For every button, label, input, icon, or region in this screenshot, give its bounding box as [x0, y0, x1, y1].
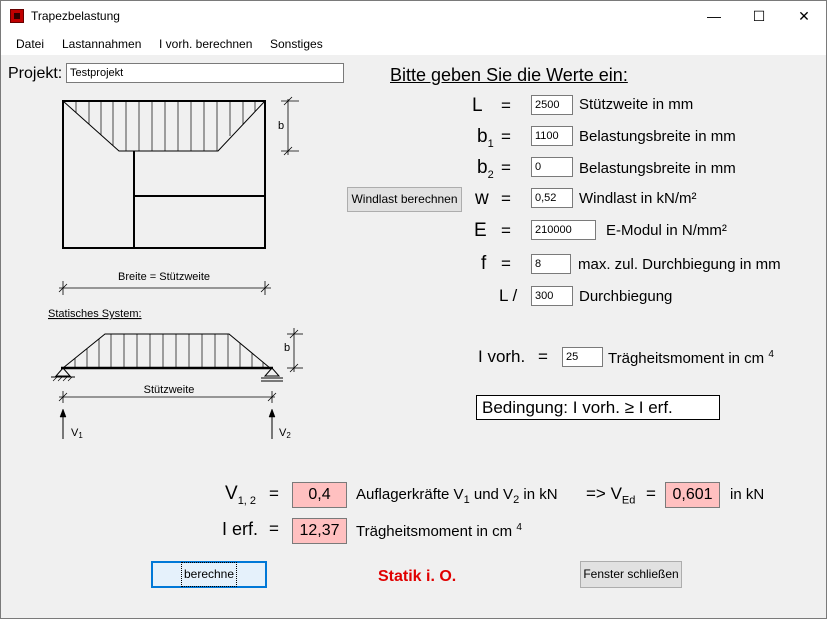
close-button[interactable]: ✕	[781, 1, 827, 32]
v1-label: V1	[71, 427, 83, 440]
project-input[interactable]: Testprojekt	[66, 63, 344, 83]
load-diagram: b Breite = Stützweite Statisches System:	[48, 96, 303, 440]
desc-b1: Belastungsbreite in mm	[579, 128, 736, 145]
symbol-b2: b2	[477, 157, 494, 181]
unit-ved: in kN	[730, 486, 765, 503]
symbol-w: w	[475, 188, 489, 209]
eq-w: =	[501, 189, 511, 208]
ivorh-label: I vorh.	[478, 347, 526, 366]
input-heading: Bitte geben Sie die Werte ein:	[390, 65, 628, 85]
main-window: Trapezbelastung — ☐ ✕ Datei Lastannahmen…	[0, 0, 827, 619]
eq-b1: =	[501, 127, 511, 146]
eq-ivorh: =	[538, 347, 548, 366]
desc-v12: Auflagerkräfte V1 und V2 in kN	[356, 486, 558, 506]
berechne-button[interactable]: berechne	[151, 561, 267, 588]
app-icon	[10, 9, 24, 23]
desc-L-ratio: Durchbiegung	[579, 288, 673, 305]
breite-label: Breite = Stützweite	[118, 271, 210, 283]
input-E[interactable]: 210000	[531, 220, 596, 240]
symbol-L-ratio: L /	[499, 286, 518, 305]
input-ivorh[interactable]: 25	[562, 347, 603, 367]
symbol-L: L	[472, 95, 483, 116]
desc-L: Stützweite in mm	[579, 96, 694, 113]
eq-E: =	[501, 221, 511, 240]
menu-ivorh-berechnen[interactable]: I vorh. berechnen	[159, 37, 252, 51]
input-f[interactable]: 8	[531, 254, 571, 274]
output-ierf: 12,37	[292, 518, 347, 544]
statisches-system-label: Statisches System:	[48, 308, 142, 320]
v2-label: V2	[279, 427, 291, 440]
title-bar: Trapezbelastung — ☐ ✕	[1, 1, 826, 32]
window-title: Trapezbelastung	[31, 9, 120, 23]
minimize-button[interactable]: —	[691, 1, 737, 32]
plan-view	[58, 96, 299, 295]
desc-b2: Belastungsbreite in mm	[579, 160, 736, 177]
menu-datei[interactable]: Datei	[16, 37, 44, 51]
desc-f: max. zul. Durchbiegung in mm	[578, 256, 781, 273]
v12-label: V1, 2	[225, 483, 257, 507]
desc-w: Windlast in kN/m²	[579, 190, 697, 207]
condition-box: Bedingung: I vorh. ≥ I erf.	[476, 395, 720, 420]
eq-b2: =	[501, 158, 511, 177]
desc-ivorh: Trägheitsmoment in cm 4	[608, 349, 774, 367]
b-dimension-label: b	[278, 120, 284, 132]
output-ved: 0,601	[665, 482, 720, 508]
b-static-label: b	[284, 342, 290, 354]
eq-ved: =	[646, 484, 656, 503]
status-text: Statik i. O.	[378, 568, 457, 585]
input-b1[interactable]: 1100	[531, 126, 573, 146]
eq-v12: =	[269, 484, 279, 503]
symbol-E: E	[474, 220, 487, 241]
symbol-b1: b1	[477, 126, 494, 150]
windlast-button[interactable]: Windlast berechnen	[347, 187, 462, 212]
symbol-f: f	[481, 253, 487, 274]
eq-f: =	[501, 254, 511, 273]
input-L-ratio[interactable]: 300	[531, 286, 573, 306]
maximize-button[interactable]: ☐	[736, 1, 782, 32]
menu-sonstiges[interactable]: Sonstiges	[270, 37, 323, 51]
menu-bar: Datei Lastannahmen I vorh. berechnen Son…	[1, 32, 826, 56]
output-v12: 0,4	[292, 482, 347, 508]
desc-E: E-Modul in N/mm²	[606, 222, 727, 239]
input-b2[interactable]: 0	[531, 157, 573, 177]
eq-L: =	[501, 96, 511, 115]
eq-ierf: =	[269, 519, 279, 538]
menu-lastannahmen[interactable]: Lastannahmen	[62, 37, 141, 51]
input-w[interactable]: 0,52	[531, 188, 573, 208]
desc-ierf: Trägheitsmoment in cm 4	[356, 522, 522, 540]
project-label: Projekt:	[8, 65, 63, 82]
ierf-label: I erf.	[222, 519, 259, 539]
input-L[interactable]: 2500	[531, 95, 573, 115]
stuetzweite-label: Stützweite	[144, 384, 195, 396]
fenster-schliessen-button[interactable]: Fenster schließen	[580, 561, 682, 588]
ved-label: => VEd	[586, 484, 636, 507]
